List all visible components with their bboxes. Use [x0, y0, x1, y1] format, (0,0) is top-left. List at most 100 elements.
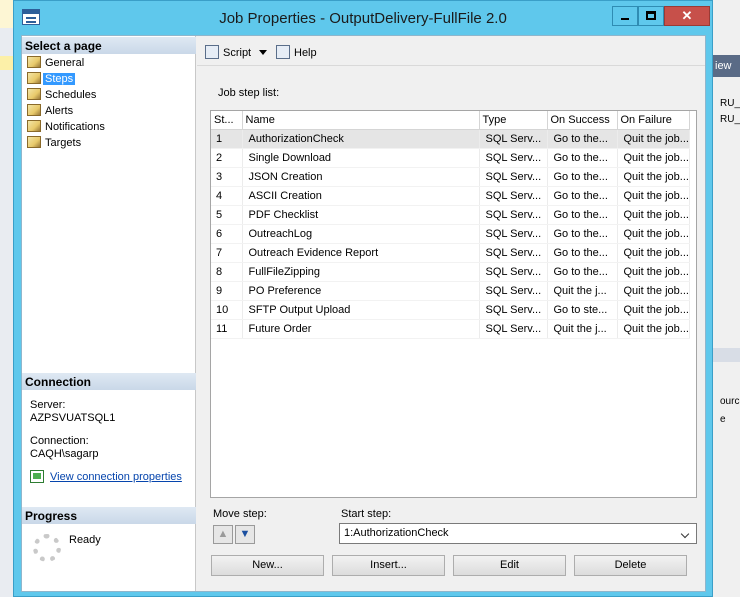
- title-bar[interactable]: Job Properties - OutputDelivery-FullFile…: [14, 1, 712, 35]
- edit-step-button[interactable]: Edit: [453, 555, 566, 576]
- step-number-cell: 1: [211, 129, 243, 149]
- chevron-down-icon[interactable]: [680, 527, 692, 540]
- start-step-value: 1:AuthorizationCheck: [344, 527, 449, 539]
- step-number-cell: 6: [211, 224, 243, 244]
- step-name-cell: PDF Checklist: [242, 205, 480, 225]
- step-type-cell: SQL Serv...: [479, 205, 548, 225]
- page-item-label: Steps: [43, 73, 76, 85]
- on-failure-cell: Quit the job...: [617, 224, 690, 244]
- step-number-cell: 9: [211, 281, 243, 301]
- step-number-cell: 7: [211, 243, 243, 263]
- step-name-cell: Single Download: [242, 148, 480, 168]
- column-header-step[interactable]: St...: [211, 111, 243, 130]
- page-icon: [27, 72, 41, 84]
- progress-status: Ready: [69, 534, 101, 546]
- background-cell: ource: [720, 396, 740, 407]
- minimize-button[interactable]: [612, 6, 638, 26]
- connection-label: Connection:: [30, 435, 89, 447]
- background-window-right: [713, 0, 740, 597]
- background-cell: RU_: [720, 114, 740, 125]
- view-connection-properties-text: View connection properties: [50, 471, 182, 483]
- move-step-up-button[interactable]: ▲: [213, 525, 233, 544]
- column-header-on-failure[interactable]: On Failure: [617, 111, 690, 130]
- table-row[interactable]: 11 Future Order SQL Serv... Quit the j... Qu…: [211, 319, 690, 339]
- step-name-cell: PO Preference: [242, 281, 480, 301]
- on-success-cell: Go to ste...: [547, 300, 618, 320]
- table-row[interactable]: 2 Single Download SQL Serv... Go to the... Q…: [211, 148, 690, 168]
- on-failure-cell: Quit the job...: [617, 167, 690, 187]
- background-cell: RU_: [720, 98, 740, 109]
- new-step-button[interactable]: New...: [211, 555, 324, 576]
- table-row[interactable]: 5 PDF Checklist SQL Serv... Go to the... Qui…: [211, 205, 690, 225]
- on-failure-cell: Quit the job...: [617, 281, 690, 301]
- on-failure-cell: Quit the job...: [617, 148, 690, 168]
- minimize-icon: [621, 18, 629, 20]
- column-header-type[interactable]: Type: [479, 111, 548, 130]
- on-failure-cell: Quit the job...: [617, 262, 690, 282]
- step-type-cell: SQL Serv...: [479, 186, 548, 206]
- arrow-up-icon: ▲: [217, 528, 229, 540]
- server-label: Server:: [30, 399, 66, 411]
- page-item-general[interactable]: General: [27, 56, 86, 71]
- on-success-cell: Go to the...: [547, 129, 618, 149]
- close-button[interactable]: ✕: [664, 6, 710, 26]
- step-type-cell: SQL Serv...: [479, 148, 548, 168]
- table-row[interactable]: 9 PO Preference SQL Serv... Quit the j... Qu…: [211, 281, 690, 301]
- view-connection-properties-link[interactable]: View connection properties: [30, 470, 182, 483]
- table-row[interactable]: 3 JSON Creation SQL Serv... Go to the... Qui…: [211, 167, 690, 187]
- step-type-cell: SQL Serv...: [479, 129, 548, 149]
- delete-step-button[interactable]: Delete: [574, 555, 687, 576]
- table-row[interactable]: 7 Outreach Evidence Report SQL Serv... Go t…: [211, 243, 690, 263]
- table-row[interactable]: 8 FullFileZipping SQL Serv... Go to the... Q…: [211, 262, 690, 282]
- page-item-label: Targets: [45, 137, 82, 149]
- server-value: AZPSVUATSQL1: [30, 412, 116, 424]
- step-type-cell: SQL Serv...: [479, 281, 548, 301]
- progress-spinner-icon: [33, 534, 61, 562]
- column-header-on-success[interactable]: On Success: [547, 111, 618, 130]
- connection-value: CAQH\sagarp: [30, 448, 99, 460]
- on-success-cell: Go to the...: [547, 148, 618, 168]
- step-type-cell: SQL Serv...: [479, 224, 548, 244]
- page-item-alerts[interactable]: Alerts: [27, 104, 75, 119]
- column-header-name[interactable]: Name: [242, 111, 480, 130]
- close-icon: ✕: [681, 8, 693, 23]
- toolbar: Script Help: [197, 36, 705, 66]
- script-icon: [205, 45, 219, 59]
- step-name-cell: OutreachLog: [242, 224, 480, 244]
- left-pane: Select a page General Steps Schedules Al…: [22, 36, 196, 591]
- script-button[interactable]: Script: [205, 45, 268, 59]
- connection-properties-icon: [30, 470, 44, 483]
- step-name-cell: FullFileZipping: [242, 262, 480, 282]
- page-item-schedules[interactable]: Schedules: [27, 88, 98, 103]
- page-item-label: Notifications: [45, 121, 105, 133]
- step-number-cell: 8: [211, 262, 243, 282]
- step-name-cell: ASCII Creation: [242, 186, 480, 206]
- table-row[interactable]: 6 OutreachLog SQL Serv... Go to the... Quit …: [211, 224, 690, 244]
- page-item-targets[interactable]: Targets: [27, 136, 83, 151]
- table-row[interactable]: 1 AuthorizationCheck SQL Serv... Go to the.…: [211, 129, 690, 149]
- table-row[interactable]: 4 ASCII Creation SQL Serv... Go to the... Qu…: [211, 186, 690, 206]
- chevron-down-icon[interactable]: [259, 50, 268, 55]
- page-icon: [27, 104, 41, 116]
- insert-step-button[interactable]: Insert...: [332, 555, 445, 576]
- step-number-cell: 11: [211, 319, 243, 339]
- maximize-button[interactable]: [638, 6, 664, 26]
- step-number-cell: 2: [211, 148, 243, 168]
- table-row[interactable]: 10 SFTP Output Upload SQL Serv... Go to ste…: [211, 300, 690, 320]
- page-item-label: Alerts: [45, 105, 74, 117]
- move-step-down-button[interactable]: ▼: [235, 525, 255, 544]
- grid-header-row: St... Name Type On Success On Failure: [211, 111, 690, 130]
- start-step-select[interactable]: 1:AuthorizationCheck: [339, 523, 697, 544]
- background-tab-strip: iew: [713, 55, 740, 77]
- on-failure-cell: Quit the job...: [617, 319, 690, 339]
- on-success-cell: Go to the...: [547, 205, 618, 225]
- help-button[interactable]: Help: [276, 45, 317, 59]
- job-step-grid[interactable]: St... Name Type On Success On Failure 1A…: [210, 110, 697, 498]
- page-item-steps[interactable]: Steps: [27, 72, 76, 87]
- step-number-cell: 5: [211, 205, 243, 225]
- on-failure-cell: Quit the job...: [617, 243, 690, 263]
- on-failure-cell: Quit the job...: [617, 129, 690, 149]
- page-item-notifications[interactable]: Notifications: [27, 120, 107, 135]
- step-name-cell: JSON Creation: [242, 167, 480, 187]
- dialog-client-area: Select a page General Steps Schedules Al…: [21, 35, 706, 592]
